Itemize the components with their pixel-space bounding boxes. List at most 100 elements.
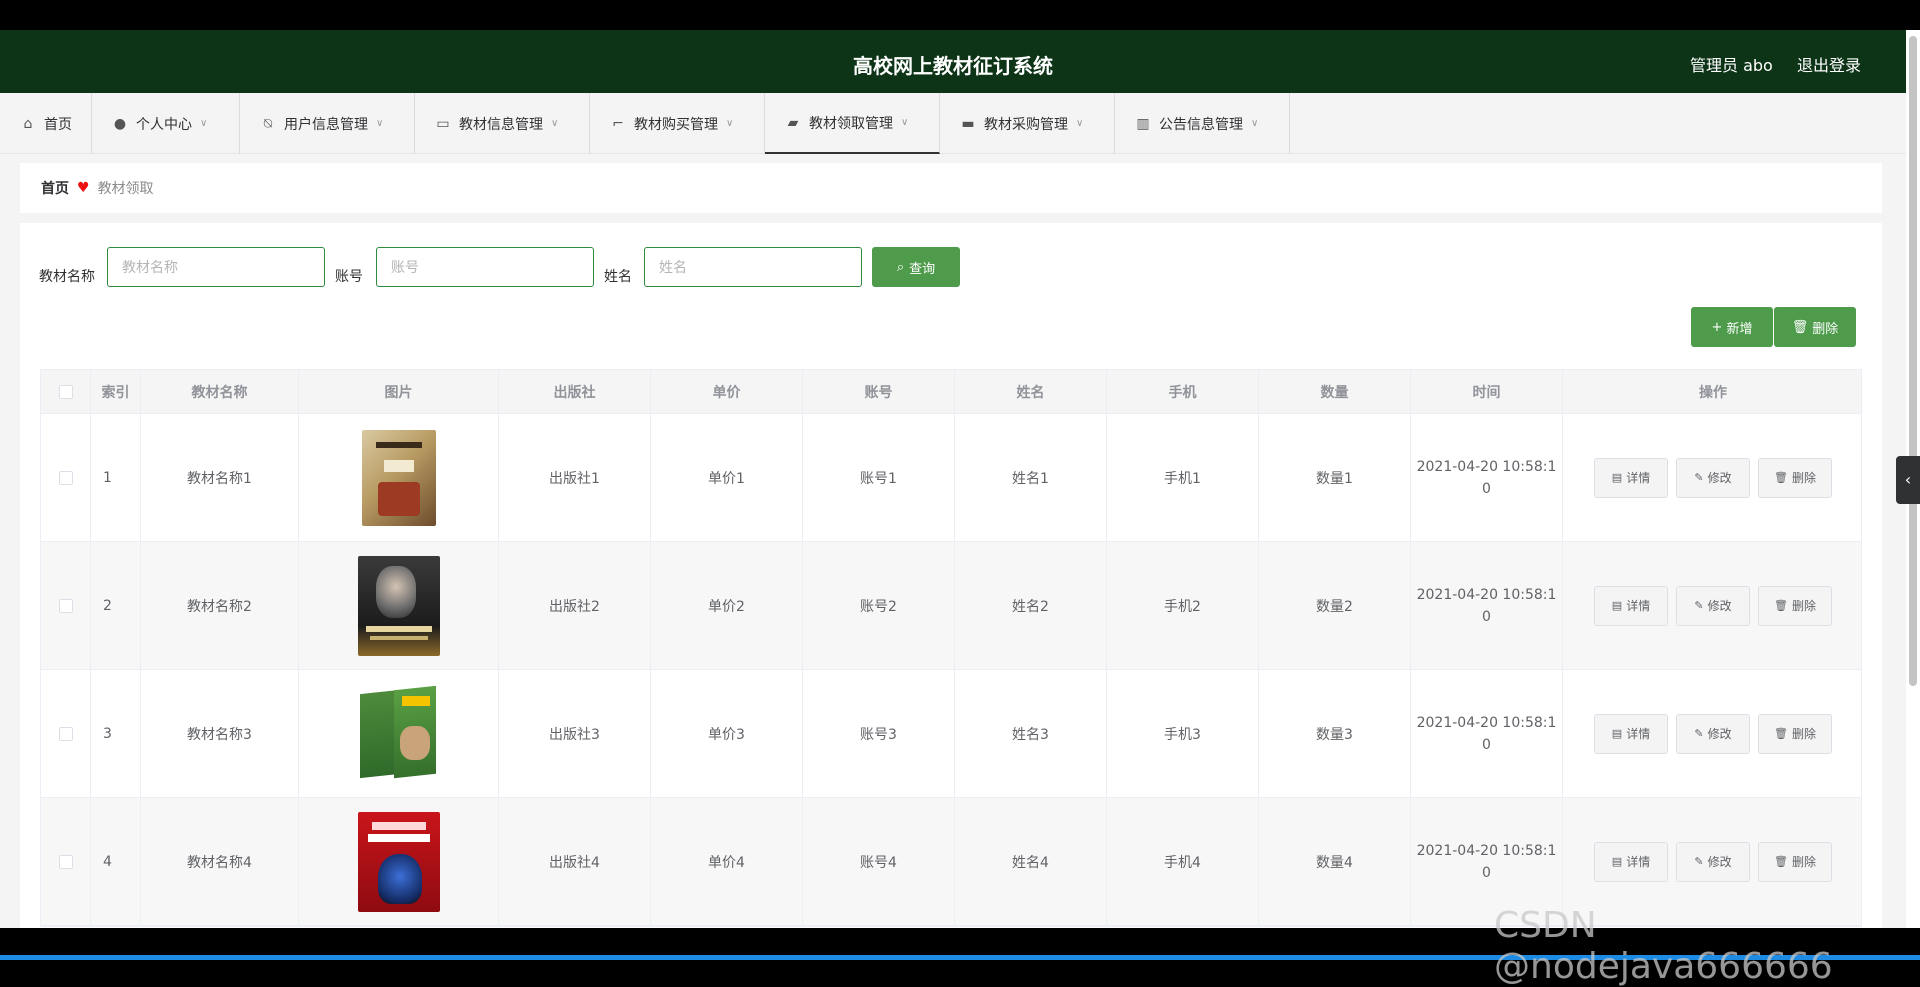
qty-cell: 数量4 — [1259, 798, 1411, 925]
price-cell: 单价2 — [651, 542, 803, 669]
chevron-left-icon[interactable]: ‹ — [1896, 456, 1920, 504]
select-all-checkbox[interactable] — [58, 384, 73, 399]
time-text: 2021-04-20 10:58:1 0 — [1417, 712, 1557, 756]
image-cell — [299, 670, 499, 797]
logout-link[interactable]: 退出登录 — [1797, 52, 1861, 76]
edit-button[interactable]: ✎ 修改 — [1676, 585, 1750, 626]
phone-cell: 手机3 — [1107, 670, 1259, 797]
header-cell: 教材名称 — [141, 370, 299, 413]
delete-button[interactable]: 🗑 删除 — [1758, 841, 1832, 882]
detail-label: 详情 — [1626, 599, 1651, 613]
account-label: 账号 — [335, 269, 363, 285]
time-text: 2021-04-20 10:58:1 0 — [1417, 840, 1557, 884]
account-search-input[interactable] — [376, 247, 594, 287]
detail-button[interactable]: ▤ 详情 — [1594, 585, 1668, 626]
nav-item-procurement[interactable]: ▬ 教材采购管理 ∨ — [940, 93, 1115, 154]
nav-item-users[interactable]: ⍉ 用户信息管理 ∨ — [240, 93, 415, 154]
person-cell: 姓名2 — [955, 542, 1107, 669]
header-cell: 时间 — [1411, 370, 1563, 413]
nav-item-home[interactable]: ⌂ 首页 — [0, 93, 92, 154]
app-viewport: 高校网上教材征订系统 管理员 abo 退出登录 ⌂ 首页 ● 个人中心 ∨ ⍉ … — [0, 30, 1920, 928]
delete-button[interactable]: 🗑 删除 — [1758, 713, 1832, 754]
query-button[interactable]: ⌕ 查询 — [872, 247, 960, 287]
name-label: 教材名称 — [39, 269, 95, 285]
crop-icon: ⌐ — [612, 115, 624, 132]
delete-button[interactable]: 🗑 删除 — [1758, 585, 1832, 626]
qty-cell: 数量3 — [1259, 670, 1411, 797]
scrollbar-thumb[interactable] — [1909, 36, 1917, 686]
time-line-2: 0 — [1482, 736, 1491, 753]
name-cell: 教材名称3 — [141, 670, 299, 797]
chevron-down-icon: ∨ — [200, 118, 208, 129]
nav-item-collect[interactable]: ▰ 教材领取管理 ∨ — [765, 93, 940, 154]
time-line-2: 0 — [1482, 608, 1491, 625]
nav-item-purchase[interactable]: ⌐ 教材购买管理 ∨ — [590, 93, 765, 154]
nav-item-notices[interactable]: ▥ 公告信息管理 ∨ — [1115, 93, 1290, 154]
qty-cell: 数量1 — [1259, 414, 1411, 541]
publisher-cell: 出版社4 — [499, 798, 651, 925]
batch-delete-button[interactable]: 🗑 删除 — [1774, 307, 1856, 347]
person-search-input[interactable] — [644, 247, 862, 287]
bell-off-icon: ⍉ — [263, 115, 273, 132]
book-cover-image — [357, 555, 440, 656]
heart-icon: ♥ — [77, 180, 90, 196]
time-cell: 2021-04-20 10:58:1 0 — [1411, 542, 1563, 669]
header-cell: 图片 — [299, 370, 499, 413]
nav-label: 首页 — [44, 116, 72, 133]
publisher-cell: 出版社1 — [499, 414, 651, 541]
chat-icon: ▭ — [436, 115, 450, 132]
edit-icon: ✎ — [1694, 855, 1704, 868]
detail-label: 详情 — [1626, 471, 1651, 485]
publisher-cell: 出版社3 — [499, 670, 651, 797]
person-cell: 姓名1 — [955, 414, 1107, 541]
header-cell: 姓名 — [955, 370, 1107, 413]
query-label: 查询 — [909, 261, 936, 277]
nav-label: 教材领取管理 — [809, 115, 893, 132]
time-line-1: 2021-04-20 10:58:1 — [1416, 842, 1557, 859]
chevron-down-icon: ∨ — [551, 118, 559, 129]
table-header: 索引 教材名称 图片 出版社 单价 账号 姓名 手机 数量 时间 操作 — [41, 370, 1861, 414]
table-row: 1 教材名称1 出版社1 单价1 账号1 姓名1 手机1 数量1 2021-04… — [41, 414, 1861, 542]
row-checkbox[interactable] — [58, 470, 73, 485]
document-icon: ▤ — [1611, 727, 1623, 740]
nav-label: 教材信息管理 — [459, 116, 543, 133]
time-text: 2021-04-20 10:58:1 0 — [1417, 584, 1557, 628]
detail-label: 详情 — [1626, 855, 1651, 869]
edit-button[interactable]: ✎ 修改 — [1676, 841, 1750, 882]
home-icon: ⌂ — [23, 115, 33, 132]
nav-label: 用户信息管理 — [284, 116, 368, 133]
detail-button[interactable]: ▤ 详情 — [1594, 457, 1668, 498]
document-icon: ▤ — [1611, 855, 1623, 868]
edit-icon: ✎ — [1694, 471, 1704, 484]
header-cell: 索引 — [91, 370, 141, 413]
name-search-input[interactable] — [107, 247, 325, 287]
breadcrumb-home[interactable]: 首页 — [41, 178, 69, 198]
time-line-1: 2021-04-20 10:58:1 — [1416, 458, 1557, 475]
phone-cell: 手机1 — [1107, 414, 1259, 541]
add-button[interactable]: + 新增 — [1691, 307, 1773, 347]
header-cell: 单价 — [651, 370, 803, 413]
row-checkbox[interactable] — [58, 726, 73, 741]
row-checkbox[interactable] — [58, 854, 73, 869]
time-line-2: 0 — [1482, 864, 1491, 881]
edit-button[interactable]: ✎ 修改 — [1676, 713, 1750, 754]
nav-item-profile[interactable]: ● 个人中心 ∨ — [92, 93, 240, 154]
ops-cell: ▤ 详情 ✎ 修改 🗑 删除 — [1563, 414, 1863, 541]
trash-icon: 🗑 — [1774, 855, 1788, 868]
account-cell: 账号3 — [803, 670, 955, 797]
phone-cell: 手机2 — [1107, 542, 1259, 669]
trash-icon: 🗑 — [1791, 319, 1809, 335]
header-cell: 出版社 — [499, 370, 651, 413]
detail-button[interactable]: ▤ 详情 — [1594, 841, 1668, 882]
user-icon: ● — [113, 115, 127, 132]
row-checkbox[interactable] — [58, 598, 73, 613]
edit-button[interactable]: ✎ 修改 — [1676, 457, 1750, 498]
select-all-cell — [41, 370, 91, 413]
detail-button[interactable]: ▤ 详情 — [1594, 713, 1668, 754]
index-cell: 3 — [91, 670, 141, 797]
nav-label: 公告信息管理 — [1159, 116, 1243, 133]
image-cell — [299, 798, 499, 925]
search-icon: ⌕ — [896, 259, 905, 275]
delete-button[interactable]: 🗑 删除 — [1758, 457, 1832, 498]
nav-item-textbooks[interactable]: ▭ 教材信息管理 ∨ — [415, 93, 590, 154]
